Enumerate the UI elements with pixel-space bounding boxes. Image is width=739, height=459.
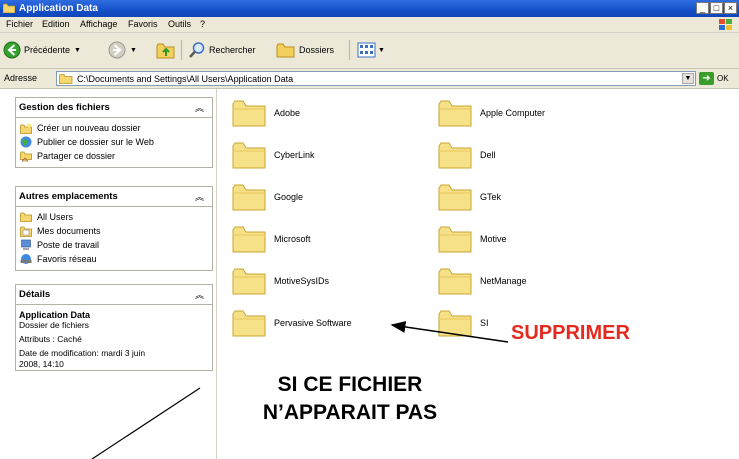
note-line-1: SI CE FICHIER (277, 373, 423, 396)
note-line-2: N’APPARAIT PAS (262, 401, 438, 424)
delete-annotation: SUPPRIMER (511, 322, 630, 344)
note-annotation: SI CE FICHIER N’APPARAIT PAS (200, 371, 500, 427)
arrow-to-pervasive (390, 321, 509, 343)
arrow-to-note (91, 387, 201, 459)
